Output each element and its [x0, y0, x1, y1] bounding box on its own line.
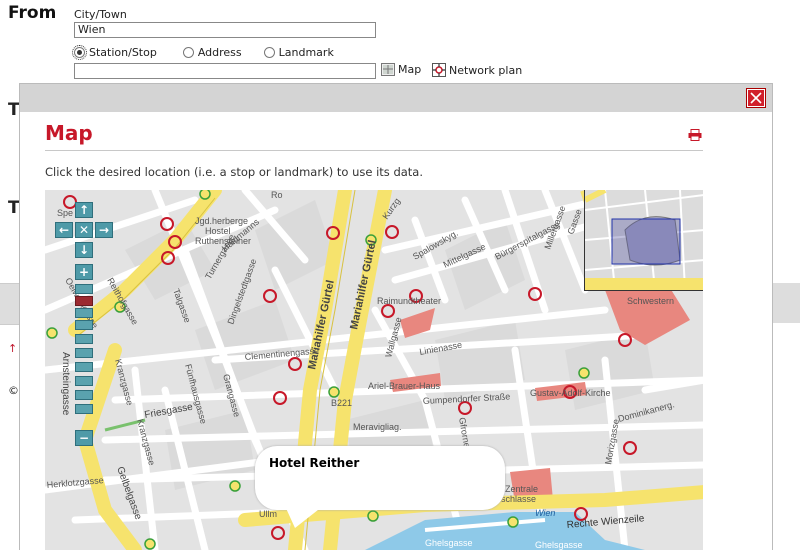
- copyright-fragment: ©: [8, 384, 19, 397]
- zoom-level-1[interactable]: [75, 284, 93, 294]
- zoom-level-9[interactable]: [75, 390, 93, 400]
- overview-map-image: [585, 190, 703, 290]
- radio-landmark[interactable]: [263, 47, 275, 58]
- tooltip-text: Hotel Reither: [269, 456, 360, 470]
- map-label-ariel: Ariel-Brauer-Haus: [368, 381, 441, 391]
- map-label-ghels1: Ghelsgasse: [425, 538, 473, 548]
- close-button[interactable]: [747, 89, 765, 107]
- close-icon: [750, 92, 762, 104]
- map-button-label: Map: [398, 63, 422, 76]
- zoom-level-7[interactable]: [75, 362, 93, 372]
- map-label-gustav: Gustav-Adolf-Kirche: [530, 388, 611, 398]
- map-canvas[interactable]: Spe Ro Jgd.herberge Hostel Ruthensteiner…: [45, 190, 703, 550]
- map-label-jgd: Jgd.herberge: [195, 216, 248, 226]
- pan-up-button[interactable]: ↑: [75, 202, 93, 218]
- radio-address[interactable]: [182, 47, 194, 58]
- printer-icon[interactable]: [688, 129, 702, 141]
- tooltip-pointer: [285, 506, 323, 528]
- via-label-fragment: T: [8, 198, 20, 218]
- background-band-right: [772, 283, 800, 323]
- popup-title: Map: [45, 121, 93, 145]
- map-label-raimund: Raimundtheater: [377, 296, 441, 306]
- radio-station-label: Station/Stop: [89, 46, 157, 59]
- radio-landmark-label: Landmark: [278, 46, 334, 59]
- map-label-b221: B221: [331, 398, 352, 408]
- zoom-level-8[interactable]: [75, 376, 93, 386]
- title-divider: [45, 150, 703, 151]
- zoom-level-5[interactable]: [75, 334, 93, 344]
- city-input[interactable]: Wien: [74, 22, 376, 38]
- zoom-level-current[interactable]: [75, 296, 93, 306]
- location-type-radios: Station/Stop Address Landmark: [72, 45, 334, 60]
- from-label: From: [8, 3, 57, 23]
- location-tooltip: Hotel Reither: [255, 446, 505, 510]
- city-label: City/Town: [74, 8, 127, 21]
- zoom-level-4[interactable]: [75, 320, 93, 330]
- network-plan-icon: [432, 63, 446, 77]
- map-label-arnstein: Arnsteingasse: [60, 352, 71, 416]
- zoom-level-6[interactable]: [75, 348, 93, 358]
- map-label-ullm: Ullm: [259, 509, 277, 519]
- map-label-zentrale: Zentrale: [505, 484, 538, 494]
- location-input[interactable]: [74, 63, 376, 79]
- back-arrow[interactable]: ↑: [8, 342, 17, 355]
- background-band-left: [0, 283, 20, 325]
- radio-address-label: Address: [197, 46, 242, 59]
- pan-left-button[interactable]: ←: [55, 222, 73, 238]
- pan-down-button[interactable]: ↓: [75, 242, 93, 258]
- map-label-ghels2: Ghelsgasse: [535, 540, 583, 550]
- instruction-text: Click the desired location (i.e. a stop …: [45, 165, 424, 179]
- map-label-schwestern: Schwestern: [627, 296, 674, 306]
- popup-title-bar[interactable]: [20, 84, 772, 112]
- pan-right-button[interactable]: →: [95, 222, 113, 238]
- network-plan-button[interactable]: Network plan: [432, 63, 522, 77]
- map-label-spe: Spe: [57, 208, 73, 218]
- to-label-fragment: T: [8, 100, 20, 120]
- zoom-in-button[interactable]: +: [75, 264, 93, 280]
- network-plan-label: Network plan: [449, 63, 523, 77]
- map-label-wien: Wien: [535, 508, 555, 518]
- zoom-level-3[interactable]: [75, 308, 93, 318]
- map-label-ro: Ro: [271, 190, 283, 200]
- map-label-meraviglia: Meravigliag.: [353, 422, 402, 432]
- zoom-level-10[interactable]: [75, 404, 93, 414]
- map-popup: Map Click the desired location (i.e. a s…: [20, 84, 772, 550]
- map-icon: [381, 63, 395, 76]
- zoom-out-button[interactable]: −: [75, 430, 93, 446]
- map-label-schlasse: schlasse: [501, 494, 536, 504]
- overview-map[interactable]: [584, 190, 703, 291]
- pan-center-button[interactable]: ✕: [75, 222, 93, 238]
- map-button[interactable]: Map: [381, 63, 421, 76]
- radio-station[interactable]: [72, 45, 87, 60]
